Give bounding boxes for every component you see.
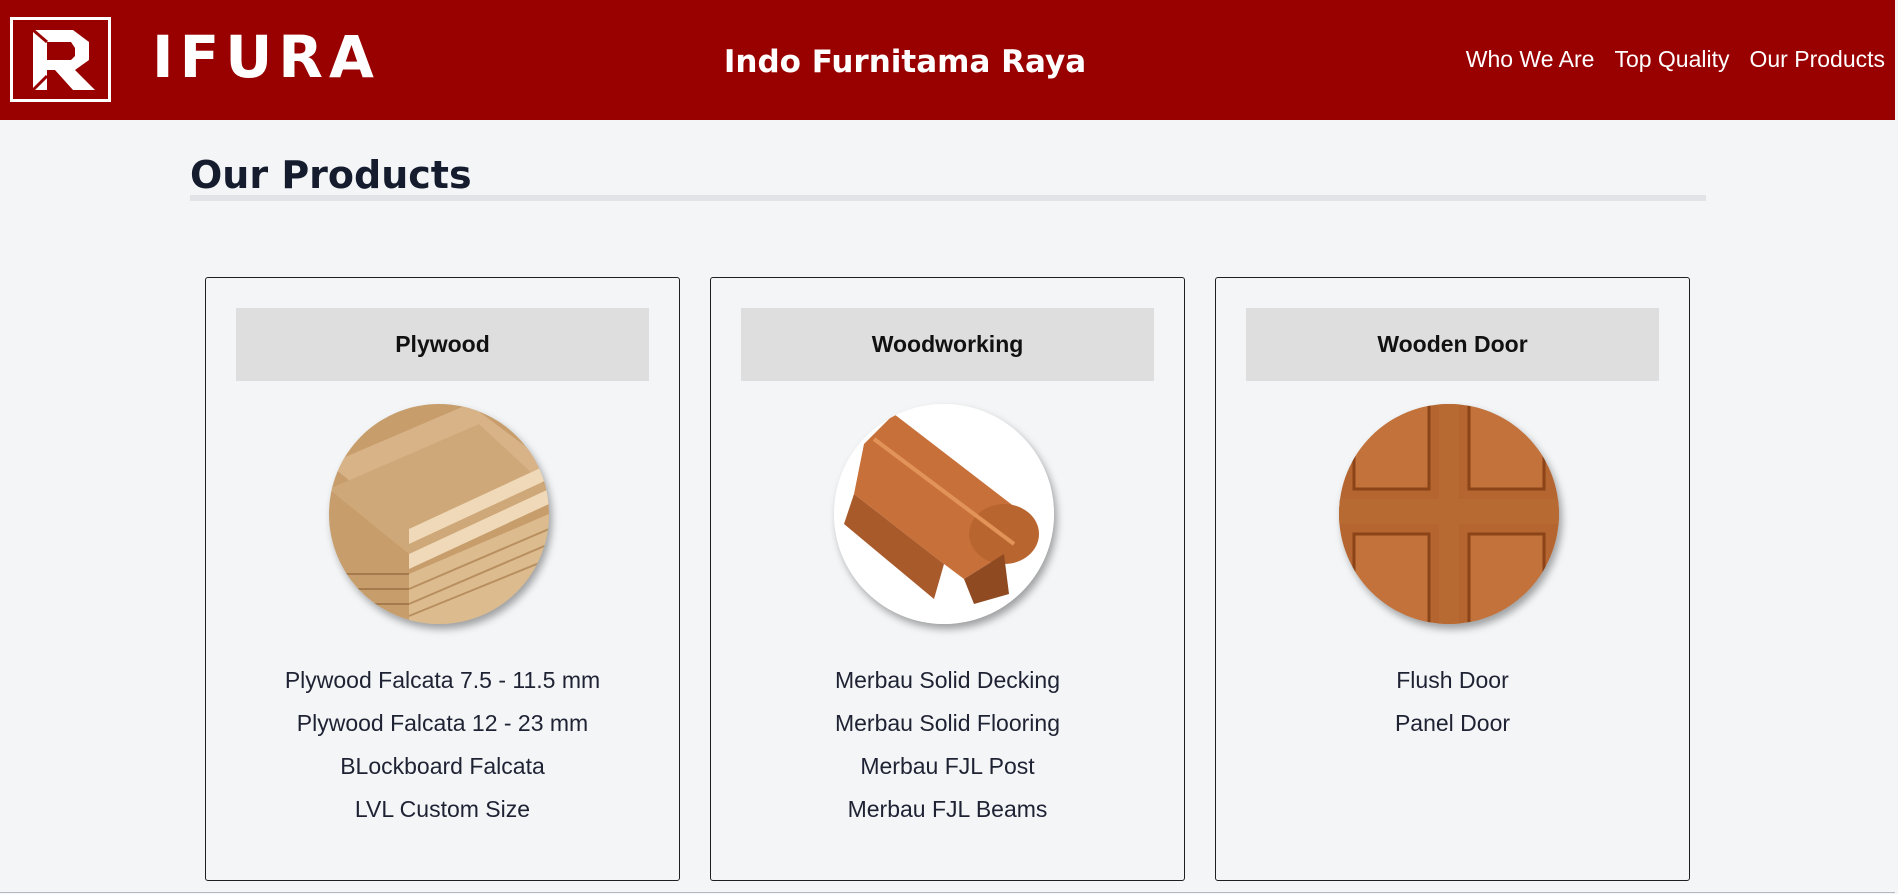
list-item[interactable]: Merbau Solid Decking [711,659,1184,702]
logo-text[interactable]: IFURA [152,22,380,92]
nav-top-quality[interactable]: Top Quality [1614,44,1729,74]
title-divider [190,195,1706,201]
list-item[interactable]: Flush Door [1216,659,1689,702]
product-list: Merbau Solid Decking Merbau Solid Floori… [711,659,1184,831]
list-item[interactable]: Plywood Falcata 12 - 23 mm [206,702,679,745]
site-title: Indo Furnitama Raya [723,44,1087,80]
card-title: Wooden Door [1246,308,1659,381]
list-item[interactable]: Merbau FJL Beams [711,788,1184,831]
plywood-stack-photo [329,404,549,624]
product-card-plywood: Plywood Plywood Falcata 7.5 - 11.5 mm Pl… [205,277,680,881]
list-item[interactable]: Plywood Falcata 7.5 - 11.5 mm [206,659,679,702]
list-item[interactable]: LVL Custom Size [206,788,679,831]
nav-who-we-are[interactable]: Who We Are [1466,44,1595,74]
logo-icon[interactable] [10,17,111,102]
page-title: Our Products [190,153,472,197]
site-header: IFURA Indo Furnitama Raya Who We Are Top… [0,0,1895,120]
list-item[interactable]: Merbau Solid Flooring [711,702,1184,745]
product-card-wooden-door: Wooden Door Flush Door Panel Door [1215,277,1690,881]
wooden-door-photo [1339,404,1559,624]
page-bottom-border [0,892,1898,893]
product-card-woodworking: Woodworking Merbau Solid Decking Merbau … [710,277,1185,881]
list-item[interactable]: BLockboard Falcata [206,745,679,788]
card-title: Plywood [236,308,649,381]
nav-our-products[interactable]: Our Products [1750,44,1886,74]
product-list: Plywood Falcata 7.5 - 11.5 mm Plywood Fa… [206,659,679,831]
card-title: Woodworking [741,308,1154,381]
list-item[interactable]: Merbau FJL Post [711,745,1184,788]
product-list: Flush Door Panel Door [1216,659,1689,745]
list-item[interactable]: Panel Door [1216,702,1689,745]
main-nav: Who We Are Top Quality Our Products [1466,44,1885,74]
wood-handrail-photo [834,404,1054,624]
